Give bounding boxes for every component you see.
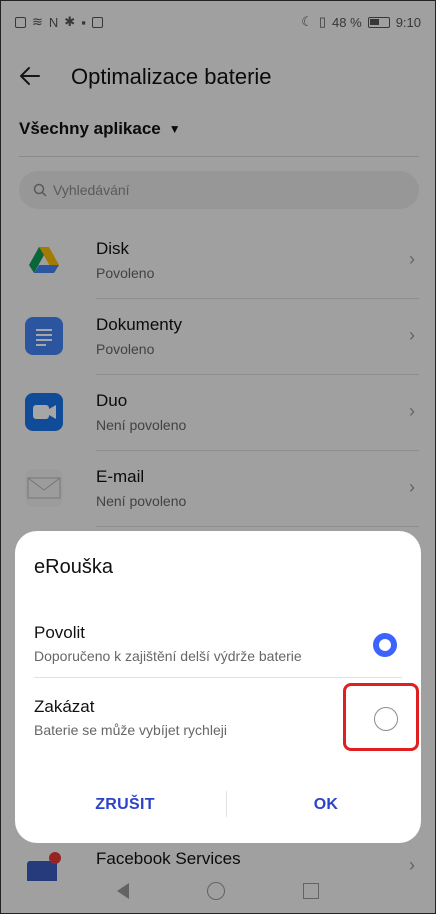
radio-selected-icon[interactable]: [373, 633, 397, 657]
divider: [34, 677, 402, 678]
phone-screen: ≋ N ✱ ▪ ☾ ▯ 48 % 9:10 Optimalizace bater…: [0, 0, 436, 914]
option-title: Zakázat: [34, 697, 95, 716]
dialog-title: eRouška: [34, 556, 113, 578]
option-title: Povolit: [34, 623, 86, 642]
highlight-box: [343, 683, 419, 751]
ok-button[interactable]: OK: [231, 785, 421, 825]
dialog-actions: ZRUŠIT OK: [15, 785, 421, 825]
option-subtitle: Baterie se může vybíjet rychleji: [34, 722, 227, 738]
cancel-button[interactable]: ZRUŠIT: [30, 785, 220, 825]
divider: [226, 791, 227, 817]
option-subtitle: Doporučeno k zajištění delší výdrže bate…: [34, 648, 302, 664]
battery-dialog: eRouška Povolit Doporučeno k zajištění d…: [15, 531, 421, 843]
